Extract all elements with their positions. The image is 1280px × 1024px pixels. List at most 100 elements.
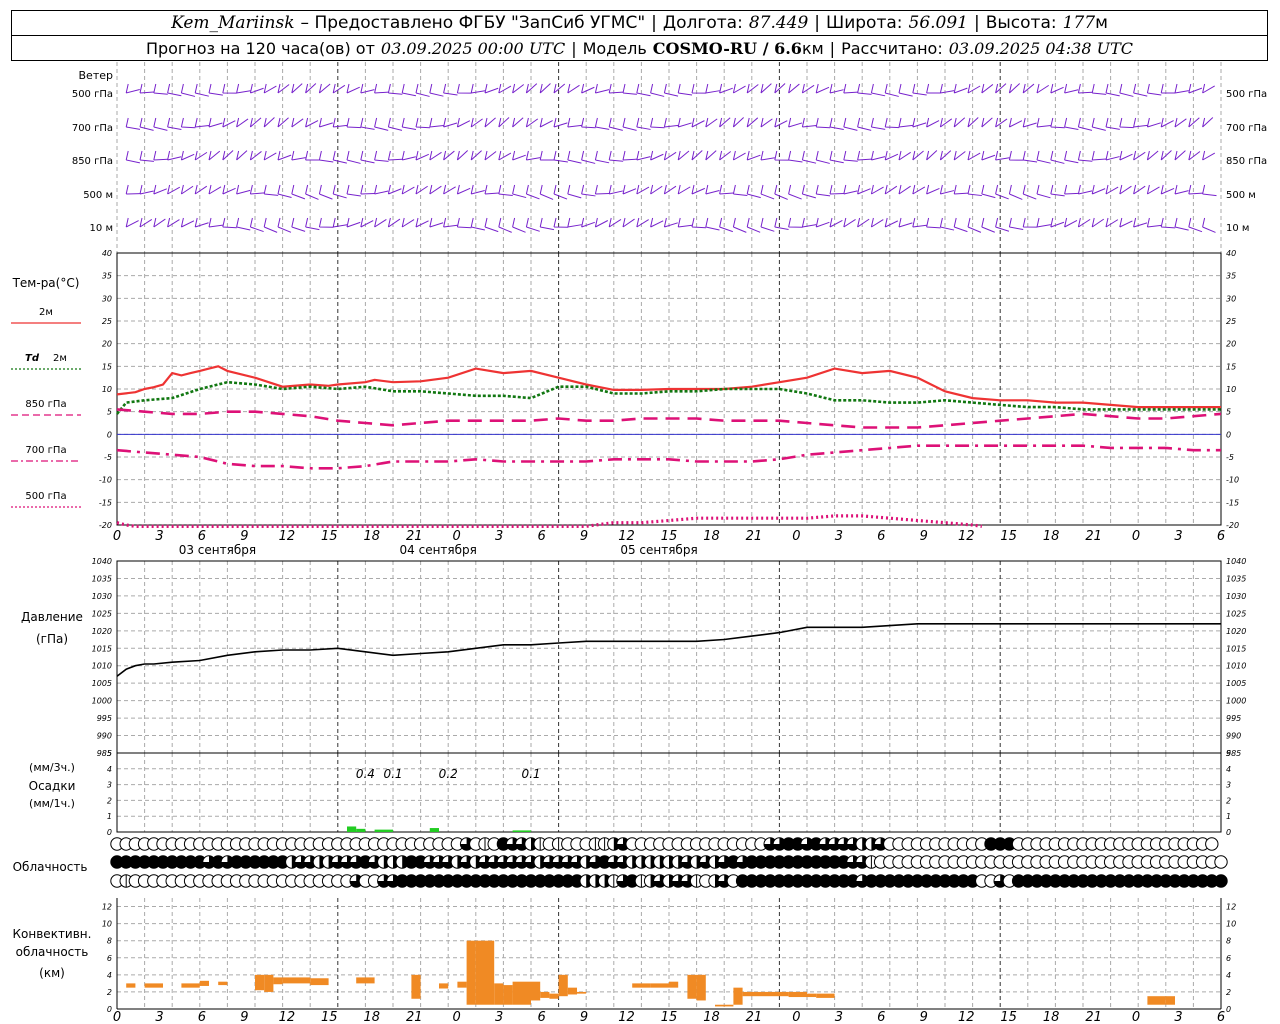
wind-barb-icon bbox=[746, 150, 761, 161]
wind-barb-icon bbox=[1146, 117, 1161, 128]
wind-barb-icon bbox=[194, 150, 208, 161]
pressure-tick-label-right: 1020 bbox=[1226, 627, 1246, 636]
x-tick-label: 21 bbox=[406, 529, 423, 544]
convective-cloud-bar bbox=[540, 991, 550, 998]
wind-barb-icon bbox=[939, 83, 955, 94]
wind-barb-icon bbox=[443, 83, 458, 96]
convective-cloud-bar bbox=[650, 983, 669, 988]
wind-barb-icon bbox=[746, 117, 759, 128]
wind-barb-icon bbox=[484, 83, 499, 94]
wind-barb-icon bbox=[788, 184, 802, 200]
x-tick-label-bottom: 3 bbox=[155, 1010, 163, 1024]
wind-barb-icon bbox=[967, 184, 982, 197]
conv-tick-label-right: 8 bbox=[1226, 937, 1231, 946]
wind-barb-icon bbox=[1174, 83, 1189, 94]
wind-barb-icon bbox=[346, 117, 362, 129]
wind-barb-icon bbox=[1036, 117, 1051, 128]
wind-barb-icon bbox=[1077, 150, 1093, 162]
wind-barb-icon bbox=[401, 217, 415, 228]
wind-barb-icon bbox=[1174, 217, 1189, 231]
wind-barb-icon bbox=[608, 184, 623, 195]
wind-barb-icon bbox=[277, 184, 292, 199]
wind-barb-icon bbox=[843, 150, 858, 162]
wind-barb-icon bbox=[346, 184, 361, 197]
convective-cloud-bar bbox=[466, 940, 476, 1005]
precip-tick-label-left: 1 bbox=[107, 812, 112, 821]
wind-barb-icon bbox=[1077, 83, 1093, 94]
x-tick-label: 18 bbox=[703, 529, 720, 544]
wind-barb-icon bbox=[553, 117, 568, 128]
wind-barb-icon bbox=[291, 184, 306, 200]
wind-barb-icon bbox=[429, 117, 444, 128]
wind-barb-icon bbox=[732, 150, 746, 161]
wind-barb-icon bbox=[360, 117, 375, 130]
wind-barb-icon bbox=[222, 217, 237, 229]
x-tick-label-bottom: 6 bbox=[198, 1010, 206, 1024]
wind-barb-icon bbox=[1105, 83, 1120, 97]
x-tick-label-bottom: 9 bbox=[920, 1010, 928, 1024]
wind-barb-icon bbox=[567, 83, 580, 94]
temp-title: Тем-ра(°С) bbox=[12, 276, 80, 290]
x-tick-label-bottom: 6 bbox=[1217, 1010, 1225, 1024]
wind-barb-icon bbox=[1036, 184, 1051, 199]
wind-barb-icon bbox=[1146, 83, 1162, 96]
wind-barb-icon bbox=[912, 150, 924, 161]
wind-barb-icon bbox=[484, 117, 496, 128]
conv-tick-label-left: 6 bbox=[107, 954, 112, 963]
conv-tick-label-right: 6 bbox=[1226, 954, 1231, 963]
temp-tick-label-right: 40 bbox=[1226, 249, 1236, 258]
wind-barb-icon bbox=[415, 117, 431, 129]
wind-barb-icon bbox=[1119, 83, 1134, 97]
wind-barb-icon bbox=[374, 83, 389, 94]
wind-barb-icon bbox=[180, 217, 195, 228]
wind-barb-icon bbox=[194, 117, 210, 128]
wind-barb-icon bbox=[1022, 83, 1035, 94]
wind-barb-icon bbox=[498, 83, 512, 94]
wind-barb-icon bbox=[746, 83, 759, 94]
wind-barb-icon bbox=[898, 184, 911, 195]
wind-level-label-left: 500 гПа bbox=[72, 89, 113, 100]
pressure-tick-label-left: 1000 bbox=[92, 697, 112, 706]
wind-barb-icon bbox=[180, 150, 195, 161]
cloud-title: Облачность bbox=[13, 860, 88, 874]
x-tick-label-bottom: 15 bbox=[321, 1010, 338, 1024]
wind-barb-icon bbox=[512, 184, 527, 199]
wind-barb-icon bbox=[788, 117, 803, 128]
wind-barb-icon bbox=[705, 184, 720, 195]
legend-label-t850: 850 гПа bbox=[25, 399, 66, 410]
wind-barb-icon bbox=[788, 150, 803, 163]
x-tick-label: 9 bbox=[580, 529, 588, 544]
wind-barb-icon bbox=[167, 217, 180, 228]
wind-barb-icon bbox=[581, 184, 596, 197]
x-tick-label: 12 bbox=[279, 529, 296, 544]
wind-barb-icon bbox=[898, 217, 913, 228]
wind-barb-icon bbox=[760, 150, 775, 161]
wind-barb-icon bbox=[1160, 83, 1176, 94]
temp-tick-label-right: 25 bbox=[1226, 317, 1236, 326]
legend-label-t700: 700 гПа bbox=[25, 445, 66, 456]
wind-barb-icon bbox=[1022, 184, 1037, 200]
x-tick-label-bottom: 9 bbox=[240, 1010, 248, 1024]
wind-barb-icon bbox=[263, 117, 275, 128]
conv-tick-label-left: 4 bbox=[107, 971, 112, 980]
precip-tick-label-left: 4 bbox=[107, 765, 112, 774]
wind-barb-icon bbox=[1133, 150, 1146, 161]
wind-barb-icon bbox=[249, 184, 265, 195]
wind-barb-icon bbox=[636, 83, 651, 97]
convective-cloud-bar bbox=[807, 993, 817, 998]
wind-barb-icon bbox=[305, 117, 319, 128]
wind-barb-icon bbox=[719, 117, 731, 128]
x-tick-label-bottom: 6 bbox=[537, 1010, 545, 1024]
x-tick-label: 12 bbox=[618, 529, 635, 544]
wind-barb-icon bbox=[153, 184, 167, 195]
temp-tick-label-left: 30 bbox=[102, 294, 112, 303]
wind-barb-icon bbox=[939, 184, 955, 195]
wind-level-label-left: 850 гПа bbox=[72, 156, 113, 167]
wind-barb-icon bbox=[415, 150, 429, 161]
x-tick-label-bottom: 21 bbox=[1085, 1010, 1102, 1024]
wind-barb-icon bbox=[1202, 117, 1214, 128]
conv-tick-label-right: 4 bbox=[1226, 971, 1231, 980]
wind-barb-icon bbox=[387, 150, 403, 161]
wind-barb-icon bbox=[1119, 184, 1132, 195]
wind-barb-icon bbox=[263, 150, 277, 161]
